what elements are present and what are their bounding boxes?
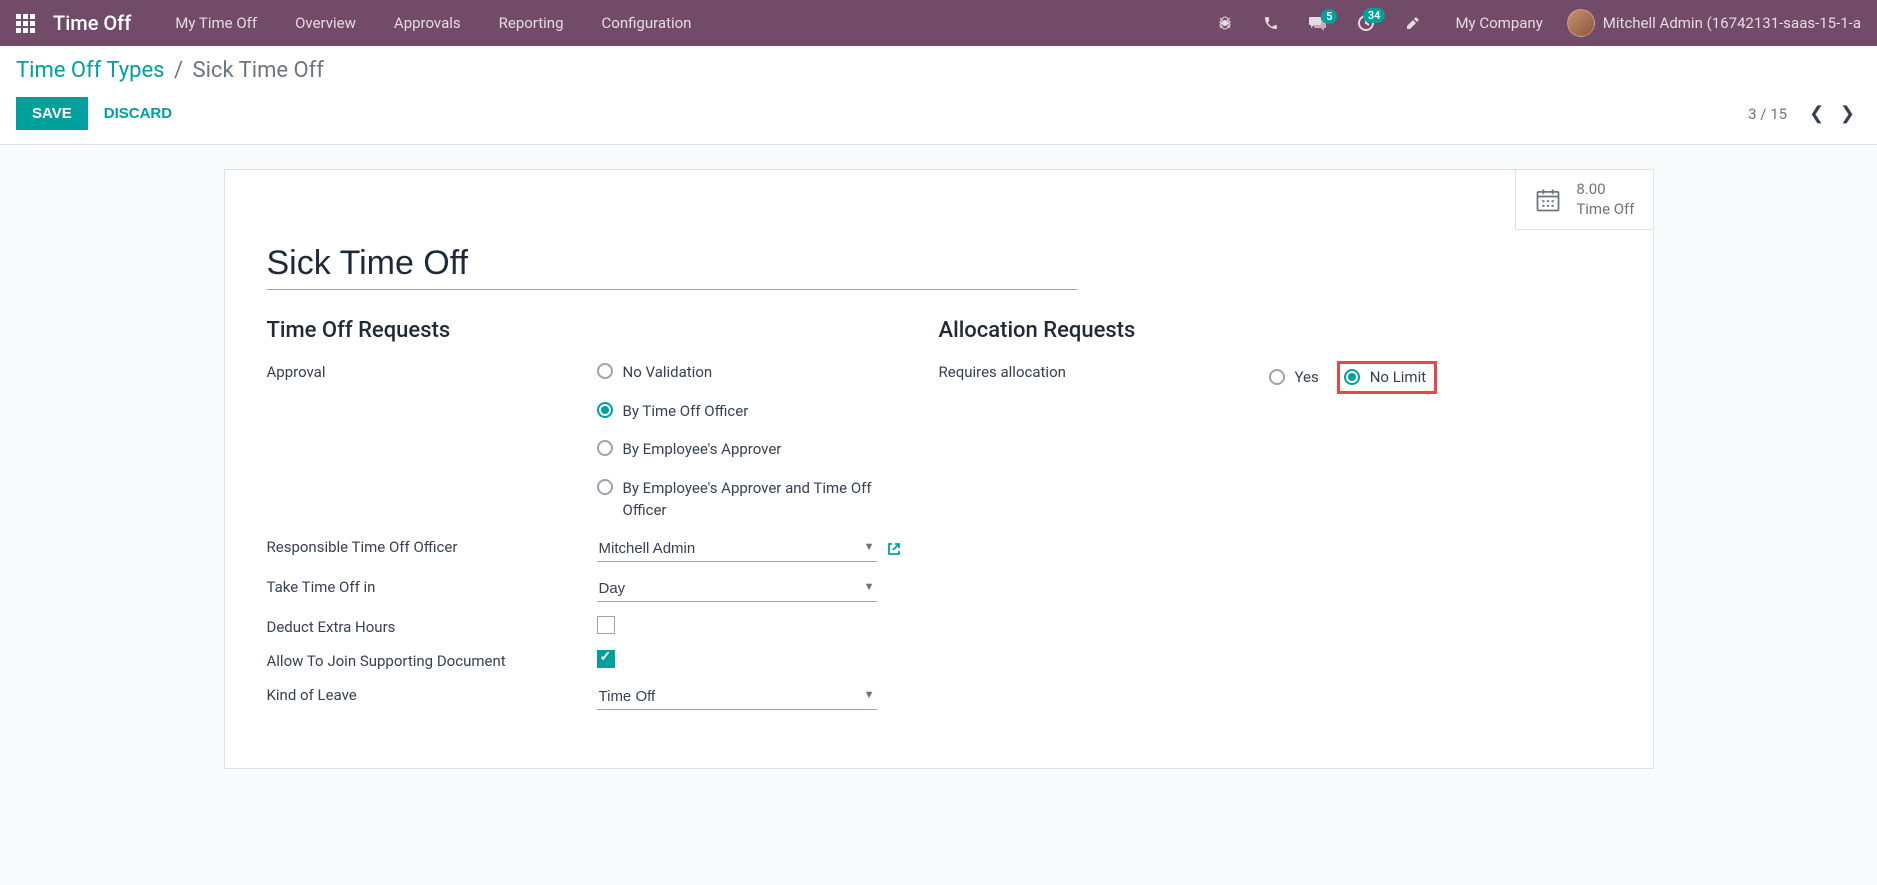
nav-configuration[interactable]: Configuration: [588, 14, 706, 32]
discard-button[interactable]: DISCARD: [104, 105, 172, 122]
stat-time-off-button[interactable]: 8.00 Time Off: [1515, 170, 1652, 230]
user-menu[interactable]: Mitchell Admin (16742131-saas-15-1-a: [1567, 9, 1861, 37]
allow-supporting-doc-checkbox[interactable]: [597, 650, 615, 668]
approval-radio-group: No Validation By Time Off Officer By Emp…: [597, 361, 939, 522]
radio-no-validation[interactable]: No Validation: [597, 361, 939, 384]
avatar: [1567, 9, 1595, 37]
label-approval: Approval: [267, 361, 597, 381]
apps-icon[interactable]: [16, 14, 35, 33]
nav-reporting[interactable]: Reporting: [485, 14, 578, 32]
pager-prev[interactable]: ❮: [1803, 103, 1830, 124]
kind-of-leave-input[interactable]: [597, 684, 877, 710]
deduct-extra-hours-checkbox[interactable]: [597, 616, 615, 634]
radio-icon: [1269, 369, 1285, 385]
pager-count[interactable]: 3 / 15: [1748, 105, 1787, 123]
breadcrumb-current: Sick Time Off: [193, 58, 324, 83]
label-requires-allocation: Requires allocation: [939, 361, 1269, 381]
label-deduct: Deduct Extra Hours: [267, 616, 597, 636]
tools-icon[interactable]: [1395, 15, 1431, 31]
radio-by-approver[interactable]: By Employee's Approver: [597, 438, 939, 461]
messages-badge: 5: [1321, 9, 1337, 24]
radio-alloc-yes[interactable]: Yes: [1269, 366, 1319, 389]
take-time-off-in-input[interactable]: [597, 576, 877, 602]
section-time-off-requests: Time Off Requests: [267, 318, 939, 343]
section-allocation-requests: Allocation Requests: [939, 318, 1611, 343]
record-title-input[interactable]: [267, 240, 1077, 290]
radio-label: No Validation: [623, 361, 713, 384]
nav-overview[interactable]: Overview: [281, 14, 370, 32]
responsible-officer-input[interactable]: [597, 536, 877, 562]
label-supporting: Allow To Join Supporting Document: [267, 650, 597, 670]
app-brand[interactable]: Time Off: [53, 11, 131, 35]
radio-icon: [597, 402, 613, 418]
nav-my-time-off[interactable]: My Time Off: [161, 14, 271, 32]
stat-value: 8.00: [1576, 180, 1634, 200]
label-kind: Kind of Leave: [267, 684, 597, 704]
radio-by-officer[interactable]: By Time Off Officer: [597, 400, 939, 423]
form-sheet: 8.00 Time Off Time Off Requests Approval: [224, 169, 1654, 769]
radio-icon: [1344, 369, 1360, 385]
label-responsible: Responsible Time Off Officer: [267, 536, 597, 556]
control-panel: Time Off Types / Sick Time Off SAVE DISC…: [0, 46, 1877, 145]
top-navbar: Time Off My Time Off Overview Approvals …: [0, 0, 1877, 46]
requires-allocation-radio-group: Yes No Limit: [1269, 361, 1611, 394]
radio-by-approver-and-officer[interactable]: By Employee's Approver and Time Off Offi…: [597, 477, 939, 522]
breadcrumb: Time Off Types / Sick Time Off: [16, 58, 1861, 83]
nav-approvals[interactable]: Approvals: [380, 14, 475, 32]
radio-label: By Employee's Approver: [623, 438, 782, 461]
radio-label: Yes: [1295, 366, 1319, 389]
label-take-in: Take Time Off in: [267, 576, 597, 596]
user-name: Mitchell Admin (16742131-saas-15-1-a: [1603, 14, 1861, 32]
stat-label: Time Off: [1576, 200, 1634, 220]
debug-icon[interactable]: [1207, 15, 1243, 31]
save-button[interactable]: SAVE: [16, 97, 88, 130]
radio-label: By Employee's Approver and Time Off Offi…: [623, 477, 883, 522]
highlight-box: No Limit: [1337, 361, 1437, 394]
breadcrumb-parent[interactable]: Time Off Types: [16, 58, 165, 83]
company-selector[interactable]: My Company: [1441, 14, 1556, 32]
external-link-icon[interactable]: [887, 542, 901, 556]
activities-icon[interactable]: 34: [1347, 14, 1385, 32]
radio-alloc-no-limit[interactable]: No Limit: [1344, 366, 1426, 389]
radio-icon: [597, 440, 613, 456]
messages-icon[interactable]: 5: [1299, 15, 1337, 31]
radio-label: No Limit: [1370, 366, 1426, 389]
radio-label: By Time Off Officer: [623, 400, 749, 423]
calendar-icon: [1534, 186, 1562, 214]
radio-icon: [597, 479, 613, 495]
phone-icon[interactable]: [1253, 15, 1289, 31]
breadcrumb-separator: /: [174, 58, 183, 83]
pager-next[interactable]: ❯: [1834, 103, 1861, 124]
radio-icon: [597, 363, 613, 379]
activities-badge: 34: [1363, 8, 1386, 23]
